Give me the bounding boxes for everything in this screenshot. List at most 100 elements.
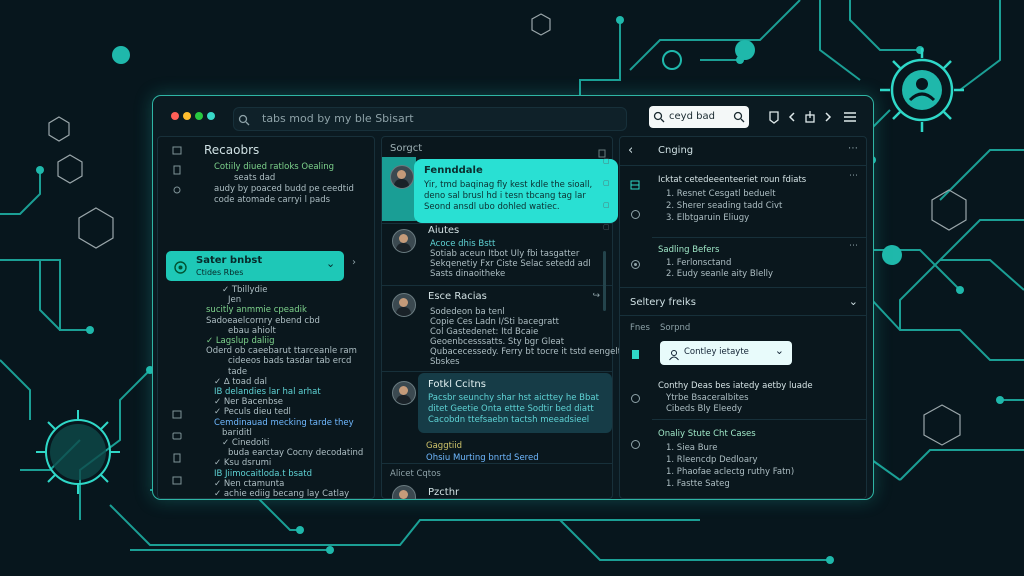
back-icon[interactable]: ‹	[628, 143, 633, 158]
note-icon[interactable]	[172, 453, 182, 463]
tree-item[interactable]: ✓ Tbillydie	[222, 285, 268, 295]
search-field[interactable]: ceyd bad	[649, 106, 749, 128]
list-item: 1. Siea Bure	[666, 443, 718, 453]
tree-item[interactable]: Cemdinauad mecking tarde they	[214, 418, 354, 428]
search-icon	[238, 112, 250, 134]
more-icon[interactable]: ⋯	[848, 143, 858, 154]
avatar[interactable]	[392, 485, 416, 499]
minimize-window-button[interactable]	[183, 112, 191, 120]
left-panel: Recaobrs Cotiily diued ratloks Oealing s…	[157, 136, 375, 499]
tree-item[interactable]: buda earctay Cocny decodatind	[228, 448, 363, 458]
message-line: Qubacecessedy. Ferry bt tocre it tstd ee…	[430, 347, 622, 357]
tree-item[interactable]: IB Jiimocaitloda.t bsatd	[214, 469, 312, 479]
message-line: Copie Ces Ladn I/Sti bacegratt	[430, 317, 559, 327]
middle-panel: Sorgct Fennddale Yir, tmd baqinag fly ke…	[381, 136, 621, 499]
archive-icon[interactable]	[172, 475, 182, 485]
shield-icon[interactable]	[767, 109, 781, 124]
message-line: Sasts dinaoitheke	[430, 269, 506, 279]
tree-item[interactable]: ebau ahiolt	[228, 326, 276, 336]
tree-item[interactable]: sucitly anmmie cpeadik	[206, 305, 307, 315]
right-panel: ‹ Cnging ⋯ Icktat cetedeeenteeriet roun …	[619, 136, 867, 499]
menu-icon[interactable]	[843, 109, 857, 123]
tree-item[interactable]: Sadoeaelcornry ebend cbd	[206, 316, 320, 326]
share-icon[interactable]	[803, 109, 817, 123]
settings-icon[interactable]	[630, 255, 641, 274]
group-label: Alicet Cqtos	[390, 469, 441, 479]
grid-icon[interactable]	[630, 175, 640, 194]
chevron-down-icon[interactable]: ⌄	[849, 295, 858, 308]
message-sender: Pzcthr	[428, 487, 460, 498]
doc-icon: ▢	[603, 179, 610, 187]
tree-item[interactable]: ✓ Peculs dieu tedl	[214, 407, 291, 417]
settings-icon[interactable]	[172, 185, 182, 195]
doc-icon: ▢	[603, 201, 610, 209]
message-line: deno sal brusl hd i tesn tbcang tag lar	[424, 191, 586, 201]
message-line: Col Gastedenet: Itd Bcaie	[430, 327, 539, 337]
tree-item[interactable]: IB delandies lar hal arhat	[214, 387, 321, 397]
zoom-window-button[interactable]	[207, 112, 215, 120]
more-icon[interactable]: ⋯	[849, 171, 858, 181]
tree-item[interactable]: ✓ Sladty dollilngceale.	[206, 499, 301, 500]
more-icon[interactable]: ⋯	[849, 241, 858, 251]
block-title: Sadling Befers	[658, 245, 720, 255]
calendar-icon[interactable]	[172, 145, 182, 155]
help-icon[interactable]	[630, 389, 641, 408]
message-bubble[interactable]: Fotkl Ccitns Pacsbr seunchy shar hst aic…	[418, 373, 612, 433]
tree-item[interactable]: cideeos bads tasdar tab ercd	[228, 356, 351, 366]
avatar[interactable]	[392, 381, 416, 405]
doc-icon: ▢	[603, 157, 610, 165]
tree-item[interactable]: tade	[228, 367, 247, 377]
tree-item[interactable]: ✓ ∆ toad dal	[214, 377, 267, 387]
text-line: audy by poaced budd pe ceedtid	[214, 184, 354, 194]
refresh-icon[interactable]	[630, 205, 641, 224]
list-item: 2. Eudy seanle aity Blelly	[666, 269, 774, 279]
tree-item[interactable]: ✓ achie ediig becang lay Catlay	[214, 489, 349, 499]
tree-item[interactable]: ✓ Cinedoiti	[222, 438, 269, 448]
back-icon[interactable]	[785, 109, 799, 123]
tree-item[interactable]: ✓ Ner Bacenbse	[214, 397, 283, 407]
message-sender: Fennddale	[424, 165, 483, 176]
list-item: Cibeds Bly Eleedy	[666, 404, 742, 414]
text-line: code atomade carryi l pads	[214, 195, 331, 205]
list-item: 2. Sherer seading tadd Civt	[666, 201, 783, 211]
avatar[interactable]	[390, 165, 414, 189]
tree-item[interactable]: Oderd ob caeebarut ttarceanle ram	[206, 346, 357, 356]
folder-icon[interactable]	[172, 409, 182, 419]
message-line: Cacobdn ttefsaebn tactsh meeadsieel	[428, 415, 590, 425]
message-line: Sodedeon ba tenl	[430, 307, 505, 317]
chevron-down-icon[interactable]: ⌄	[326, 257, 335, 270]
address-bar[interactable]: tabs mod by my ble Sbisart	[233, 107, 627, 131]
block-title: Onaliy Stute Cht Cases	[658, 429, 756, 439]
chevron-right-icon[interactable]: ›	[352, 257, 356, 268]
tree-item[interactable]: Jen	[228, 295, 241, 305]
sync-icon[interactable]	[630, 435, 641, 454]
message-line: Pacsbr seunchy shar hst aicttey he Bbat	[428, 393, 599, 403]
avatar[interactable]	[392, 229, 416, 253]
avatar[interactable]	[392, 293, 416, 317]
tree-item[interactable]: ✓ Lagslup daliig	[206, 336, 275, 346]
dropdown-select[interactable]: Contley ietayte ⌄	[660, 341, 792, 365]
reply-icon[interactable]: ↪	[592, 291, 600, 301]
document-icon[interactable]	[172, 165, 182, 175]
highlighted-message[interactable]: Fennddale Yir, tmd baqinag fly kest kdle…	[414, 159, 618, 223]
tree-item[interactable]: ✓ Nen ctamunta	[214, 479, 284, 489]
message-line: Seond ansdl ubo dohled watiec.	[424, 202, 560, 212]
tree-item[interactable]: bariditl	[222, 428, 252, 438]
tree-item[interactable]: ✓ Ksu dsrumi	[214, 458, 271, 468]
list-item: 3. Elbtgaruin Eliugy	[666, 213, 750, 223]
maximize-window-button[interactable]	[195, 112, 203, 120]
dropdown-value: Contley ietayte	[684, 347, 749, 357]
address-text: tabs mod by my ble Sbisart	[262, 112, 414, 125]
sub-line: Ohsiu Murting bnrtd Sered	[426, 453, 539, 463]
column-label: Sorpnd	[660, 323, 691, 333]
forward-icon[interactable]	[821, 109, 835, 123]
selected-list-item[interactable]: Sater bnbst Ctides Rbes ⌄	[166, 251, 344, 281]
text-line: Cotiily diued ratloks Oealing	[214, 162, 335, 172]
message-sender: Fotkl Ccitns	[428, 379, 486, 390]
chat-icon[interactable]	[172, 431, 182, 441]
scrollbar-thumb[interactable]	[603, 251, 606, 311]
message-line: Sekqenetiy Fxr Ciste Selac setedd adl	[430, 259, 591, 269]
search-submit-icon[interactable]	[733, 110, 745, 132]
scroll-rail: ▢ ▢ ▢ ▢	[600, 157, 610, 494]
close-window-button[interactable]	[171, 112, 179, 120]
